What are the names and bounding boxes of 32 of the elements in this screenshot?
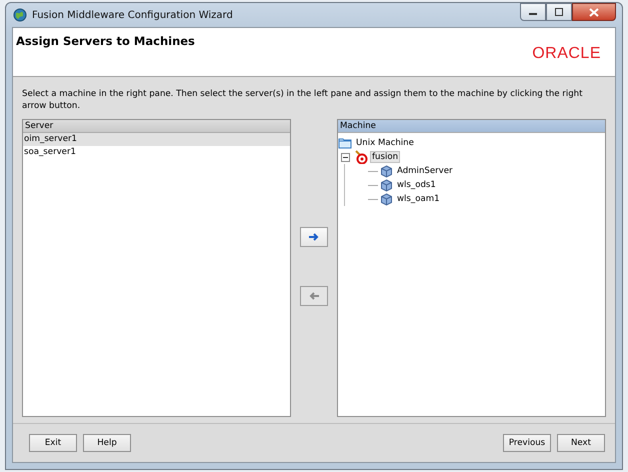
page-title: Assign Servers to Machines xyxy=(16,34,195,48)
server-item[interactable]: oim_server1 xyxy=(23,133,290,146)
close-button[interactable] xyxy=(572,3,616,21)
server-item[interactable]: soa_server1 xyxy=(23,146,290,159)
cube-icon xyxy=(380,178,393,192)
assign-button[interactable] xyxy=(300,227,328,247)
maximize-button[interactable] xyxy=(546,3,572,21)
globe-icon xyxy=(13,8,27,22)
cube-icon xyxy=(380,164,393,178)
tree-item[interactable]: wls_ods1 xyxy=(395,179,438,191)
instruction-text: Select a machine in the right pane. Then select the server(s) in the left pane and assign them to the machine by clicking the right arrow button. xyxy=(22,88,584,112)
wizard-button[interactable]: Help xyxy=(83,434,131,452)
tree-item[interactable]: fusion xyxy=(370,151,400,163)
tree-item[interactable]: wls_oam1 xyxy=(395,193,442,205)
target-icon xyxy=(354,150,368,164)
wizard-button[interactable]: Previous xyxy=(503,434,551,452)
maximize-icon xyxy=(554,8,564,16)
right-arrow-icon xyxy=(308,232,320,242)
minimize-button[interactable] xyxy=(520,3,546,21)
left-arrow-icon xyxy=(308,291,320,301)
close-icon xyxy=(589,8,599,16)
tree-item[interactable]: AdminServer xyxy=(395,165,455,177)
folder-icon xyxy=(338,137,352,149)
column-header: Machine xyxy=(338,120,605,133)
wizard-button[interactable]: Exit xyxy=(29,434,77,452)
collapse-icon[interactable] xyxy=(341,152,350,162)
tree-item[interactable]: Unix Machine xyxy=(354,137,416,149)
wizard-button[interactable]: Next xyxy=(557,434,605,452)
column-header: Server xyxy=(23,120,290,133)
oracle-logo: ORACLE xyxy=(532,45,601,63)
window-title: Fusion Middleware Configuration Wizard xyxy=(32,10,234,20)
cube-icon xyxy=(380,192,393,206)
